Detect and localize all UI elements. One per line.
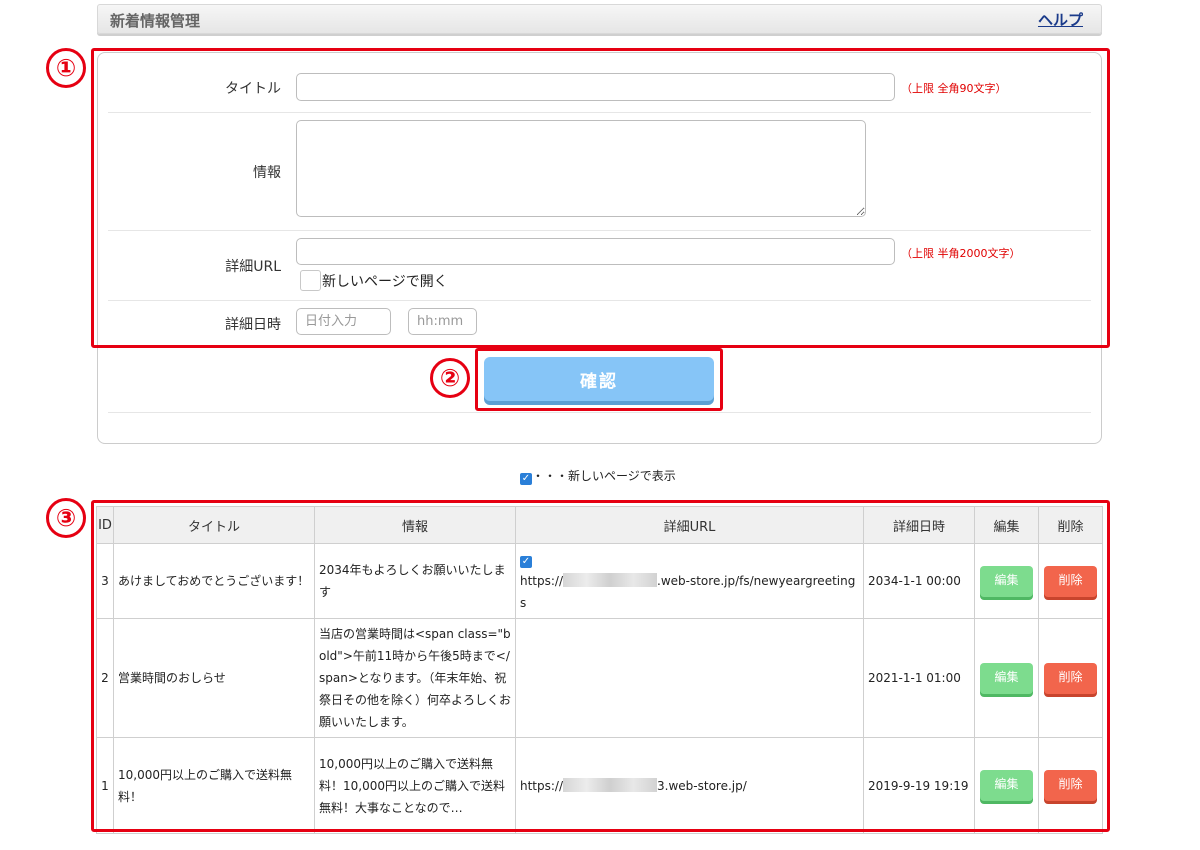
annotation-badge-2: ② [430, 358, 470, 398]
legend-text: ・・・新しいページで表示 [532, 469, 676, 483]
annotation-box-1 [91, 48, 1110, 348]
annotation-badge-1: ① [46, 48, 86, 88]
page-header: 新着情報管理 ヘルプ [97, 4, 1102, 34]
annotation-box-2 [475, 348, 723, 411]
help-link[interactable]: ヘルプ [1038, 9, 1083, 30]
row-divider [108, 412, 1091, 413]
page-title: 新着情報管理 [110, 12, 201, 30]
check-icon: ✓ [520, 473, 532, 485]
new-page-legend: ✓ ・・・新しいページで表示 [520, 467, 676, 485]
annotation-badge-3: ③ [46, 498, 86, 538]
annotation-box-3 [91, 500, 1110, 832]
